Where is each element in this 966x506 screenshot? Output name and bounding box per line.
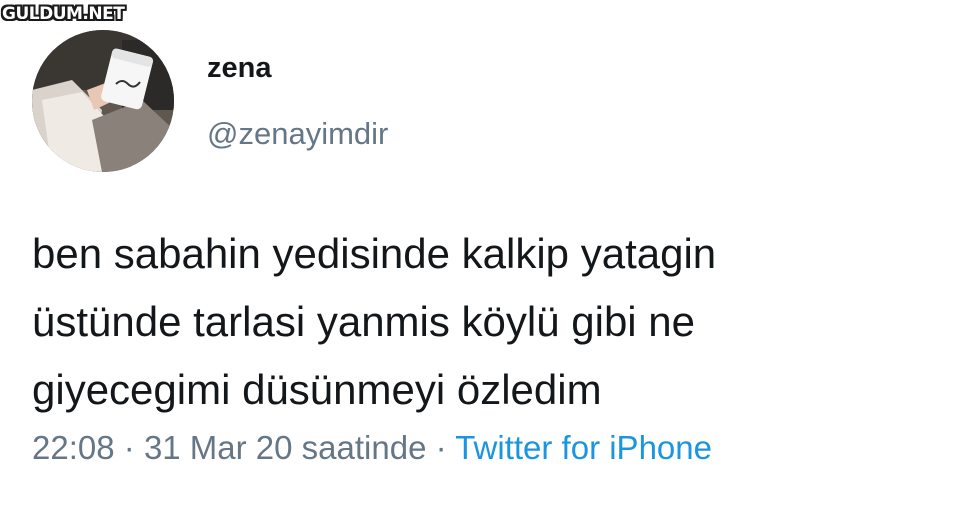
site-watermark: GULDUM.NET <box>2 4 125 24</box>
meta-separator: · <box>435 429 447 466</box>
user-handle[interactable]: @zenayimdir <box>207 116 388 152</box>
tweet-meta: 22:08 · 31 Mar 20 saatinde · Twitter for… <box>32 429 712 467</box>
display-name[interactable]: zena <box>207 52 271 85</box>
tweet-date[interactable]: 31 Mar 20 saatinde <box>144 429 427 466</box>
avatar[interactable] <box>32 30 174 172</box>
tweet-source-link[interactable]: Twitter for iPhone <box>455 429 712 466</box>
tweet-line: giyecegimi düsünmeyi özledim <box>32 366 602 413</box>
tweet-time[interactable]: 22:08 <box>32 429 115 466</box>
tweet-line: ben sabahin yedisinde kalkip yatagin <box>32 230 717 277</box>
meta-separator: · <box>123 429 135 466</box>
tweet-line: üstünde tarlasi yanmis köylü gibi ne <box>32 298 696 345</box>
avatar-photo <box>32 30 174 172</box>
tweet-text: ben sabahin yedisinde kalkip yatagin üst… <box>32 220 942 424</box>
